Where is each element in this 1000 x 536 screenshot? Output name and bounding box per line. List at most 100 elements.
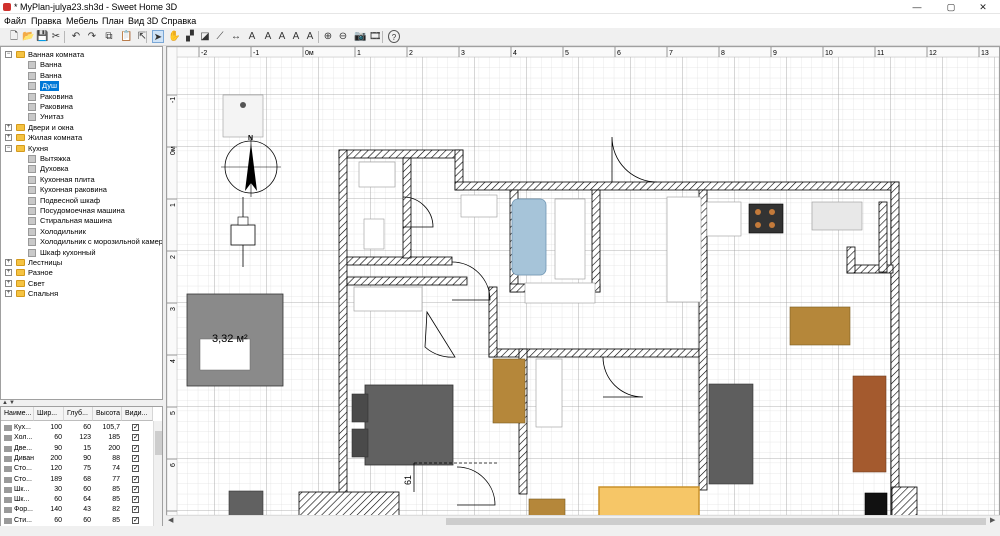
zoom-in-icon[interactable]: ⊕ (322, 30, 334, 43)
menu-edit[interactable]: Правка (31, 16, 61, 26)
catalog-category[interactable]: − Кухня (1, 144, 162, 154)
expand-icon[interactable]: + (5, 290, 12, 298)
table-cell-name[interactable]: Сти... (14, 516, 34, 526)
catalog-category[interactable]: + Жилая комната (1, 133, 162, 143)
furniture-table-scrollbar[interactable] (153, 421, 162, 535)
menu-furniture[interactable]: Мебель (66, 16, 98, 26)
collapse-icon[interactable]: − (5, 51, 12, 58)
cabinet[interactable] (524, 282, 596, 304)
help-icon[interactable]: ? (388, 30, 400, 43)
expand-icon[interactable]: + (5, 269, 12, 277)
bathtub[interactable] (511, 198, 547, 276)
zoom-out-icon[interactable]: ⊖ (337, 30, 349, 43)
plan-view[interactable]: -2-10м12345678910111213 -10м1234567 3,32… (166, 46, 1000, 536)
create-dimensions-icon[interactable]: ↔ (230, 30, 242, 43)
collapse-icon[interactable]: − (5, 144, 12, 152)
table-cell-name[interactable]: Шк... (14, 485, 34, 495)
sofa[interactable] (708, 383, 754, 485)
catalog-category[interactable]: + Свет (1, 279, 162, 289)
visible-checkbox[interactable]: ✓ (132, 434, 139, 442)
visible-checkbox[interactable]: ✓ (132, 465, 139, 473)
create-walls-icon[interactable]: ▞ (184, 30, 196, 43)
catalog-item[interactable]: Душ (1, 81, 162, 92)
table-cell-name[interactable]: Две... (14, 444, 34, 454)
table-cell-height[interactable]: 105,7 (93, 423, 120, 433)
bathroom-sink[interactable] (358, 161, 396, 188)
catalog-category[interactable]: + Спальня (1, 289, 162, 299)
dresser[interactable] (492, 358, 526, 424)
close-button[interactable]: ✕ (966, 0, 1000, 14)
table-cell-width[interactable]: 189 (34, 475, 62, 485)
catalog-item[interactable]: Ванна (1, 71, 162, 81)
copy-icon[interactable]: ⧉ (103, 30, 115, 43)
visible-checkbox[interactable]: ✓ (132, 496, 139, 504)
table-cell-width[interactable]: 60 (34, 433, 62, 443)
undo-icon[interactable]: ↶ (70, 30, 82, 43)
paste-icon[interactable]: 📋 (120, 30, 132, 43)
create-photo-icon[interactable]: 📷 (354, 30, 366, 43)
table-cell-width[interactable]: 200 (34, 454, 62, 464)
table-cell-name[interactable]: Шк... (14, 495, 34, 505)
visible-checkbox[interactable]: ✓ (132, 454, 139, 462)
catalog-item[interactable]: Подвесной шкаф (1, 196, 162, 206)
kitchen-sink[interactable] (811, 201, 863, 231)
expand-icon[interactable]: + (5, 259, 12, 266)
catalog-category[interactable]: + Разное (1, 268, 162, 278)
wardrobe[interactable] (852, 375, 887, 473)
catalog-item[interactable]: Раковина (1, 102, 162, 112)
maximize-button[interactable]: ▢ (934, 0, 968, 14)
new-home-icon[interactable]: 🗋 (8, 30, 20, 43)
chair[interactable] (237, 216, 249, 226)
scroll-right-icon[interactable]: ▶ (990, 516, 995, 524)
table-cell-height[interactable]: 200 (93, 444, 120, 454)
italic-text-icon[interactable]: A (304, 30, 316, 43)
catalog-item[interactable]: Вытяжка (1, 154, 162, 164)
kitchen-cabinet[interactable] (666, 196, 702, 303)
table-cell-height[interactable]: 74 (93, 464, 120, 474)
column-header-depth[interactable]: Глуб... (64, 407, 93, 421)
decrease-text-icon[interactable]: A (276, 30, 288, 43)
sink-left[interactable] (222, 94, 264, 138)
catalog-category[interactable]: + Лестницы (1, 258, 162, 268)
catalog-item[interactable]: Посудомоечная машина (1, 206, 162, 216)
increase-text-icon[interactable]: A (262, 30, 274, 43)
catalog-item[interactable]: Ванна (1, 60, 162, 70)
catalog-item[interactable]: Раковина (1, 92, 162, 102)
table-cell-width[interactable]: 60 (34, 516, 62, 526)
table-cell-width[interactable]: 140 (34, 505, 62, 515)
stove[interactable] (748, 203, 784, 234)
table-cell-depth[interactable]: 15 (64, 444, 91, 454)
create-video-icon[interactable]: 🎞 (369, 30, 382, 43)
table-cell-depth[interactable]: 60 (64, 485, 91, 495)
scroll-left-icon[interactable]: ◀ (168, 516, 173, 524)
column-header-name[interactable]: Наиме... (1, 407, 34, 421)
toilet[interactable] (363, 218, 385, 250)
table-cell-depth[interactable]: 123 (64, 433, 91, 443)
nightstand[interactable] (528, 498, 566, 517)
menu-help[interactable]: Справка (161, 16, 196, 26)
catalog-item[interactable]: Шкаф кухонный (1, 248, 162, 258)
washing-machine[interactable] (554, 198, 586, 280)
table-cell-height[interactable]: 82 (93, 505, 120, 515)
kitchen-table[interactable] (789, 306, 851, 346)
table-cell-depth[interactable]: 60 (64, 423, 91, 433)
table-cell-height[interactable]: 185 (93, 433, 120, 443)
table-cell-height[interactable]: 88 (93, 454, 120, 464)
kitchen-unit[interactable] (706, 201, 742, 237)
catalog-item[interactable]: Холодильник (1, 227, 162, 237)
menu-3d-view[interactable]: Вид 3D (128, 16, 158, 26)
scroll-thumb[interactable] (155, 431, 162, 455)
narrow-cabinet[interactable] (535, 358, 563, 428)
table-cell-name[interactable]: Сто... (14, 464, 34, 474)
expand-icon[interactable]: + (5, 123, 12, 131)
table-cell-depth[interactable]: 64 (64, 495, 91, 505)
hall-cabinet[interactable] (353, 286, 423, 312)
table-cell-width[interactable]: 120 (34, 464, 62, 474)
menu-plan[interactable]: План (102, 16, 124, 26)
create-labels-icon[interactable]: A (246, 30, 258, 43)
catalog-item[interactable]: Кухонная плита (1, 175, 162, 185)
expand-icon[interactable]: + (5, 134, 12, 142)
table-cell-name[interactable]: Кух... (14, 423, 34, 433)
table-cell-height[interactable]: 85 (93, 495, 120, 505)
table-cell-depth[interactable]: 60 (64, 516, 91, 526)
